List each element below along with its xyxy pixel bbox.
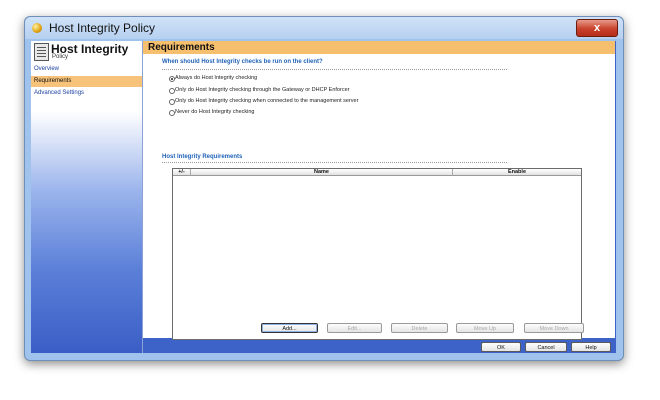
column-header-toggle[interactable]: +/- — [173, 169, 191, 176]
option-gateway-dhcp[interactable]: Only do Host Integrity checking through … — [169, 87, 350, 94]
radio-icon[interactable] — [169, 88, 175, 94]
column-header-name[interactable]: Name — [191, 169, 453, 176]
help-button[interactable]: Help — [571, 342, 611, 352]
section-title: Host Integrity Requirements — [162, 154, 243, 160]
option-management-server[interactable]: Only do Host Integrity checking when con… — [169, 98, 359, 105]
delete-button[interactable]: Delete — [391, 323, 448, 333]
move-up-button[interactable]: Move Up — [456, 323, 514, 333]
sidebar-header: Host Integrity Policy — [31, 41, 142, 63]
sidebar-subtitle: Policy — [52, 54, 69, 60]
column-header-enable[interactable]: Enable — [453, 169, 581, 176]
sidebar-item-advanced-settings[interactable]: Advanced Settings — [31, 88, 142, 99]
policy-document-icon — [34, 43, 49, 61]
sidebar-item-requirements[interactable]: Requirements — [31, 76, 142, 87]
question-heading: When should Host Integrity checks be run… — [162, 59, 323, 65]
app-icon — [32, 23, 42, 33]
move-down-button[interactable]: Move Down — [524, 323, 584, 333]
divider — [162, 69, 507, 70]
option-label: Always do Host Integrity checking — [175, 75, 258, 81]
divider — [162, 162, 507, 163]
window-title: Host Integrity Policy — [49, 21, 156, 35]
radio-icon[interactable] — [169, 110, 175, 116]
close-button[interactable]: x — [576, 19, 618, 37]
option-label: Only do Host Integrity checking through … — [175, 87, 350, 93]
radio-selected-icon[interactable] — [169, 76, 175, 82]
option-label: Never do Host Integrity checking — [175, 109, 255, 115]
edit-button[interactable]: Edit... — [327, 323, 382, 333]
sidebar-item-overview[interactable]: Overview — [31, 64, 142, 75]
radio-icon[interactable] — [169, 99, 175, 105]
main-panel: Requirements When should Host Integrity … — [143, 41, 615, 340]
ok-button[interactable]: OK — [481, 342, 521, 352]
cancel-button[interactable]: Cancel — [525, 342, 567, 352]
requirements-table[interactable]: +/- Name Enable — [172, 168, 582, 340]
host-integrity-policy-window: Host Integrity Policy x Host Integrity P… — [24, 16, 624, 361]
option-never[interactable]: Never do Host Integrity checking — [169, 109, 255, 116]
add-button[interactable]: Add... — [261, 323, 318, 333]
sidebar: Host Integrity Policy Overview Requireme… — [31, 41, 143, 353]
page-title: Requirements — [143, 41, 615, 54]
dialog-client-area: Host Integrity Policy Overview Requireme… — [31, 41, 616, 353]
option-always[interactable]: Always do Host Integrity checking — [169, 75, 258, 82]
title-bar[interactable]: Host Integrity Policy x — [25, 17, 623, 39]
option-label: Only do Host Integrity checking when con… — [175, 98, 359, 104]
